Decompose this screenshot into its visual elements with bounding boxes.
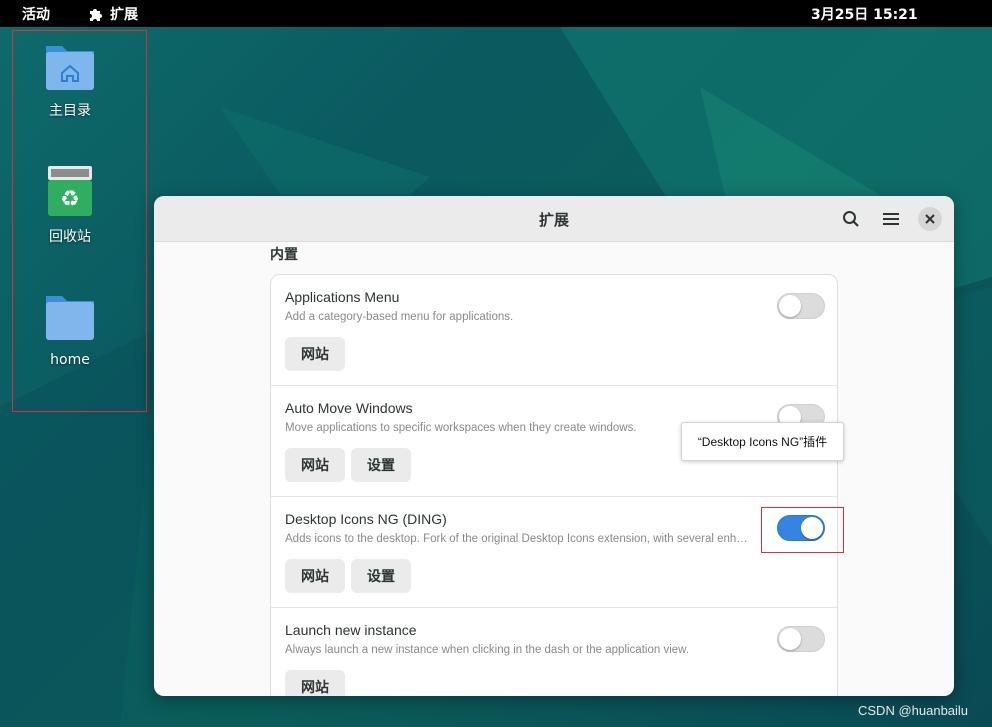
extension-row-applications-menu: Applications Menu Add a category-based m…: [271, 275, 837, 386]
clock[interactable]: 3月25日 15:21: [811, 4, 918, 24]
header-bar: 扩展: [154, 196, 954, 242]
website-button[interactable]: 网站: [285, 670, 345, 696]
search-icon: [843, 211, 859, 227]
trash-icon: ♻: [42, 164, 98, 220]
settings-button[interactable]: 设置: [351, 448, 411, 482]
extension-row-desktop-icons-ng: Desktop Icons NG (DING) Adds icons to th…: [271, 497, 837, 608]
extension-toggle[interactable]: [777, 293, 825, 319]
folder-icon: [42, 290, 98, 346]
desktop-icon-folder[interactable]: home: [20, 290, 120, 368]
close-button[interactable]: [918, 207, 942, 231]
search-button[interactable]: [838, 206, 864, 232]
toggle-tooltip: “Desktop Icons NG”插件: [681, 422, 844, 461]
toggle-knob: [779, 295, 801, 317]
extension-name: Applications Menu: [285, 289, 400, 305]
desktop-icon-home-folder[interactable]: 主目录: [20, 38, 120, 120]
settings-button[interactable]: 设置: [351, 559, 411, 593]
top-bar: 活动 扩展 3月25日 15:21: [0, 0, 992, 27]
website-button[interactable]: 网站: [285, 559, 345, 593]
website-button[interactable]: 网站: [285, 337, 345, 371]
desktop-icon-label: home: [50, 352, 90, 368]
desktop-icon-label: 回收站: [49, 229, 91, 245]
puzzle-icon: [90, 9, 102, 21]
app-menu-label: 扩展: [110, 7, 138, 23]
svg-text:♻: ♻: [60, 187, 80, 212]
window-title: 扩展: [538, 211, 569, 229]
toggle-highlight-box: [761, 507, 844, 553]
toggle-knob: [779, 628, 801, 650]
activities-button[interactable]: 活动: [22, 4, 50, 24]
section-title: 内置: [270, 247, 298, 263]
extension-name: Auto Move Windows: [285, 400, 413, 416]
extension-description: Add a category-based menu for applicatio…: [285, 311, 514, 323]
close-icon: [925, 214, 935, 224]
website-button[interactable]: 网站: [285, 448, 345, 482]
extension-description: Adds icons to the desktop. Fork of the o…: [285, 533, 748, 545]
extension-toggle[interactable]: [777, 626, 825, 652]
desktop-icon-label: 主目录: [49, 103, 91, 119]
extension-description: Always launch a new instance when clicki…: [285, 644, 690, 656]
watermark: CSDN @huanbailu: [858, 703, 969, 718]
home-folder-icon: [42, 38, 98, 94]
extension-row-launch-new-instance: Launch new instance Always launch a new …: [271, 608, 837, 696]
extensions-content: 内置 Applications Menu Add a category-base…: [154, 242, 954, 696]
app-menu[interactable]: 扩展: [88, 4, 138, 24]
hamburger-icon: [883, 213, 899, 225]
extension-name: Desktop Icons NG (DING): [285, 511, 447, 527]
main-menu-button[interactable]: [878, 206, 904, 232]
extension-name: Launch new instance: [285, 622, 417, 638]
desktop-icon-trash[interactable]: ♻ 回收站: [20, 164, 120, 246]
extension-list: Applications Menu Add a category-based m…: [270, 274, 838, 696]
